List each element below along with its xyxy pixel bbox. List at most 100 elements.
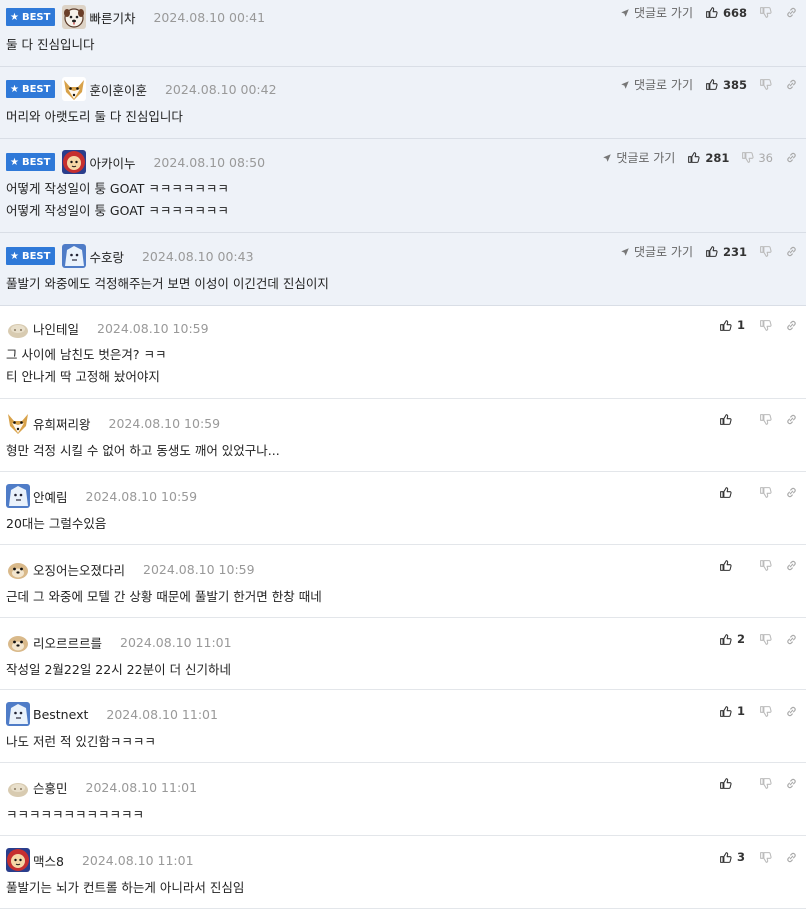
comment-date: 2024.08.10 00:41	[153, 9, 266, 25]
avatar[interactable]	[6, 775, 30, 799]
downvote-button[interactable]	[759, 319, 773, 332]
comment-date: 2024.08.10 11:01	[106, 706, 218, 722]
copy-link-button[interactable]	[785, 559, 798, 572]
downvote-count: 36	[758, 150, 773, 165]
thumb-up-icon	[719, 319, 732, 332]
avatar[interactable]	[62, 5, 87, 29]
goto-comment-button[interactable]: 댓글로 가기	[620, 4, 693, 21]
comment-actions: 1	[719, 318, 798, 332]
upvote-button[interactable]: 3	[719, 850, 747, 864]
avatar[interactable]	[62, 77, 87, 101]
downvote-button[interactable]	[759, 559, 773, 572]
comment-body: 형만 걱정 시킬 수 없어 하고 동생도 깨어 있었구나...	[6, 440, 800, 462]
thumb-up-icon	[719, 705, 732, 718]
downvote-button[interactable]	[759, 851, 773, 864]
copy-link-button[interactable]	[785, 151, 798, 164]
nickname[interactable]: 훈이훈이훈	[89, 80, 147, 99]
comment-actions: 댓글로 가기 231	[620, 243, 798, 260]
copy-link-button[interactable]	[785, 851, 798, 864]
comment-body: 그 사이에 남친도 벗은겨? ㅋㅋ 티 안나게 딱 고정해 놨어야지	[6, 344, 800, 388]
thumb-down-icon	[741, 151, 754, 164]
upvote-button[interactable]: 231	[705, 245, 747, 259]
downvote-button[interactable]	[759, 78, 773, 91]
downvote-button[interactable]	[759, 705, 773, 718]
nickname[interactable]: 유희쩌리왕	[33, 414, 91, 433]
upvote-button[interactable]	[719, 777, 747, 790]
upvote-count: 3	[737, 850, 746, 864]
upvote-button[interactable]: 385	[705, 78, 747, 92]
comment: 슨훙민 2024.08.10 11:01 ㅋㅋㅋㅋㅋㅋㅋㅋㅋㅋㅋㅋ	[0, 763, 806, 836]
upvote-button[interactable]	[719, 559, 747, 572]
avatar[interactable]	[6, 557, 30, 581]
nickname[interactable]: 안예림	[33, 487, 68, 506]
goto-label: 댓글로 가기	[633, 78, 693, 92]
comment-actions	[719, 486, 798, 499]
copy-link-button[interactable]	[785, 777, 798, 790]
nickname[interactable]: Bestnext	[33, 707, 88, 722]
nickname[interactable]: 맥스8	[33, 851, 64, 870]
goto-comment-button[interactable]: 댓글로 가기	[602, 149, 675, 166]
copy-link-button[interactable]	[785, 6, 798, 19]
nickname[interactable]: 빠른기차	[89, 8, 135, 27]
upvote-button[interactable]: 2	[719, 632, 747, 646]
downvote-button[interactable]	[759, 777, 773, 790]
avatar[interactable]	[6, 411, 30, 435]
link-icon	[785, 559, 798, 572]
upvote-button[interactable]	[719, 413, 747, 426]
nickname[interactable]: 아카이누	[89, 153, 135, 172]
nickname[interactable]: 슨훙민	[33, 778, 68, 797]
avatar[interactable]	[62, 150, 87, 174]
copy-link-button[interactable]	[785, 245, 798, 258]
upvote-button[interactable]: 1	[719, 318, 747, 332]
comment-text-line: 나도 저런 적 있긴함ㅋㅋㅋㅋ	[6, 734, 156, 749]
goto-comment-button[interactable]: 댓글로 가기	[620, 243, 693, 260]
thumb-down-icon	[759, 633, 772, 646]
downvote-button[interactable]	[759, 413, 773, 426]
copy-link-button[interactable]	[785, 78, 798, 91]
downvote-button[interactable]	[759, 245, 773, 258]
comment-header: ★ BEST 수호랑 2024.08.10 00:43 댓글로 가기 231	[6, 244, 800, 268]
goto-comment-button[interactable]: 댓글로 가기	[620, 76, 693, 93]
nickname[interactable]: 나인테일	[33, 319, 79, 338]
star-icon: ★	[10, 250, 19, 262]
copy-link-button[interactable]	[785, 705, 798, 718]
comment-body: 근데 그 와중에 모텔 간 상황 때문에 풀발기 한거면 한창 때네	[6, 586, 800, 608]
nickname[interactable]: 수호랑	[89, 247, 124, 266]
upvote-button[interactable]: 668	[705, 6, 747, 20]
comment-text-line: 20대는 그럴수있음	[6, 516, 107, 531]
upvote-button[interactable]: 1	[719, 704, 747, 718]
copy-link-button[interactable]	[785, 633, 798, 646]
downvote-button[interactable]	[759, 486, 773, 499]
upvote-count: 1	[737, 704, 746, 718]
thumb-down-icon	[759, 486, 772, 499]
avatar[interactable]	[6, 484, 30, 508]
best-label: BEST	[21, 11, 51, 23]
comment-body: 머리와 아랫도리 둘 다 진심입니다	[6, 106, 800, 128]
avatar[interactable]	[6, 630, 30, 654]
upvote-button[interactable]: 281	[687, 151, 729, 165]
downvote-button[interactable]	[759, 6, 773, 19]
upvote-count: 231	[722, 244, 747, 259]
downvote-button[interactable]	[759, 633, 773, 646]
downvote-button[interactable]: 36	[741, 151, 773, 165]
goto-label: 댓글로 가기	[616, 151, 676, 165]
comment-actions: 1	[719, 704, 798, 718]
thumb-down-icon	[759, 777, 772, 790]
comment-text-line: 어떻게 작성일이 퉁 GOAT ㅋㅋㅋㅋㅋㅋㅋ	[6, 181, 229, 196]
avatar[interactable]	[6, 848, 30, 872]
copy-link-button[interactable]	[785, 486, 798, 499]
upvote-button[interactable]	[719, 486, 747, 499]
avatar[interactable]	[62, 244, 87, 268]
copy-link-button[interactable]	[785, 319, 798, 332]
copy-link-button[interactable]	[785, 413, 798, 426]
avatar[interactable]	[6, 702, 30, 726]
nickname[interactable]: 리오르르르를	[33, 633, 102, 652]
thumb-up-icon	[719, 413, 732, 426]
comment-header: 리오르르르를 2024.08.10 11:01 2	[6, 630, 800, 654]
comment-header: 맥스8 2024.08.10 11:01 3	[6, 848, 800, 872]
thumb-down-icon	[759, 413, 772, 426]
avatar[interactable]	[6, 316, 30, 340]
link-icon	[785, 245, 798, 258]
comment-text-line: 머리와 아랫도리 둘 다 진심입니다	[6, 109, 183, 124]
nickname[interactable]: 오징어는오졌다리	[33, 560, 125, 579]
